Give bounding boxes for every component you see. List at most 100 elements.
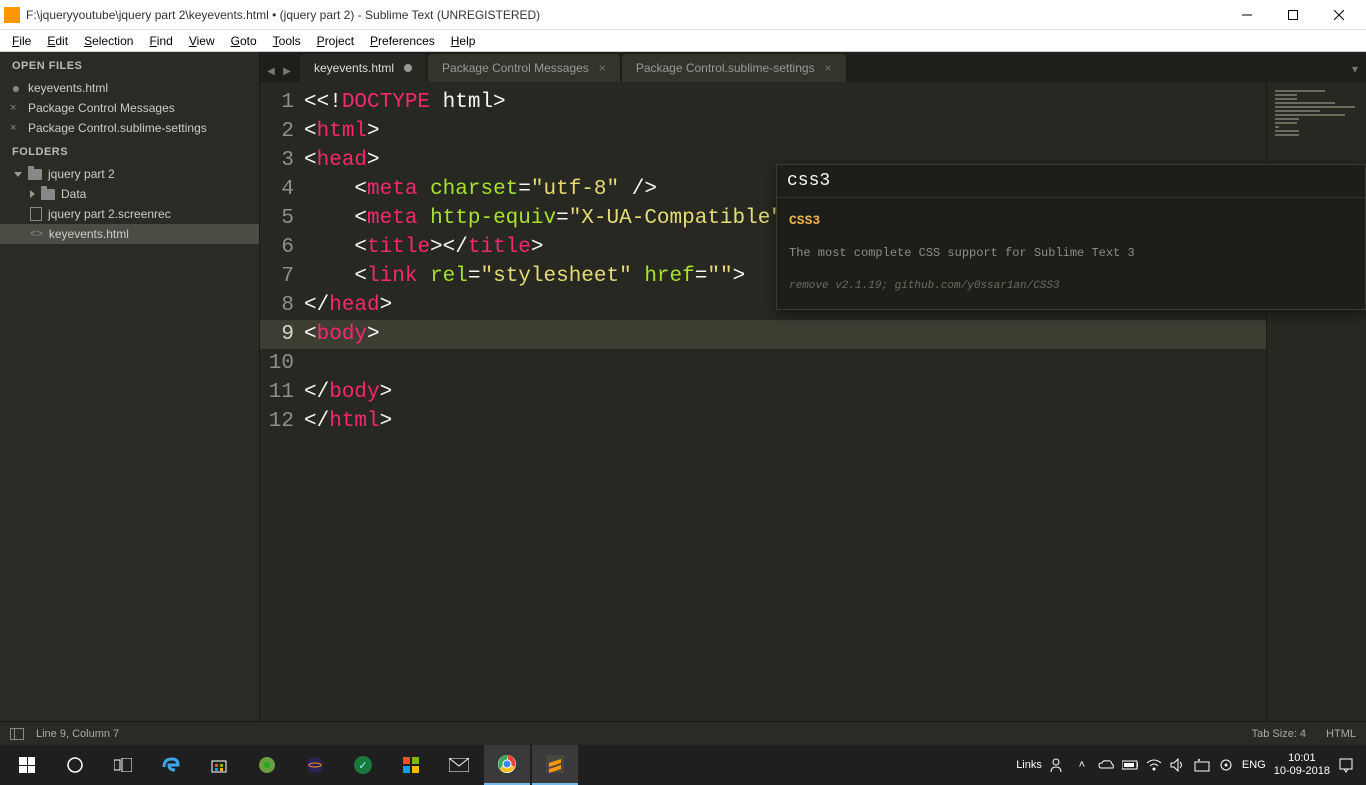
sidebar-item[interactable]: jquery part 2.screenrec xyxy=(0,204,259,224)
line-number: 3 xyxy=(260,146,294,175)
taskbar-mail[interactable] xyxy=(436,745,482,785)
chevron-down-icon xyxy=(14,172,22,177)
tray-up-icon[interactable]: ˄ xyxy=(1074,757,1090,773)
taskbar-eclipse[interactable] xyxy=(292,745,338,785)
close-button[interactable] xyxy=(1316,0,1362,30)
syntax-mode[interactable]: HTML xyxy=(1326,728,1356,740)
command-palette: CSS3 The most complete CSS support for S… xyxy=(776,164,1366,310)
tab[interactable]: Package Control Messages × xyxy=(428,54,620,82)
taskbar-edge[interactable] xyxy=(148,745,194,785)
editor[interactable]: 123456789101112 <<!DOCTYPE html><html><h… xyxy=(260,82,1366,721)
folder-icon xyxy=(28,169,42,180)
tab[interactable]: keyevents.html xyxy=(300,54,426,82)
tab-label: keyevents.html xyxy=(314,61,394,75)
tab-label: Package Control.sublime-settings xyxy=(636,61,815,75)
code-file-icon: <> xyxy=(30,228,43,240)
line-number: 5 xyxy=(260,204,294,233)
code-line[interactable] xyxy=(304,349,1266,378)
location-icon[interactable] xyxy=(1218,757,1234,773)
close-icon[interactable]: × xyxy=(599,61,606,75)
menu-selection[interactable]: Selection xyxy=(76,32,141,50)
taskbar-chrome[interactable] xyxy=(484,745,530,785)
code-line[interactable]: </body> xyxy=(304,378,1266,407)
taskbar-store[interactable] xyxy=(196,745,242,785)
input-indicator-icon[interactable] xyxy=(1194,757,1210,773)
result-title: CSS3 xyxy=(789,206,1353,235)
open-file-item[interactable]: ●keyevents.html xyxy=(0,78,259,98)
close-icon[interactable]: × xyxy=(825,61,832,75)
menu-preferences[interactable]: Preferences xyxy=(362,32,443,50)
dirty-indicator-icon: ● xyxy=(10,84,22,92)
tab-scroll-right[interactable]: ▶ xyxy=(280,64,294,78)
wifi-icon[interactable] xyxy=(1146,757,1162,773)
line-number: 4 xyxy=(260,175,294,204)
open-file-item[interactable]: ×Package Control Messages xyxy=(0,98,259,118)
folder-root[interactable]: jquery part 2 xyxy=(0,164,259,184)
result-description: The most complete CSS support for Sublim… xyxy=(789,239,1353,268)
command-palette-input[interactable] xyxy=(777,165,1365,197)
cursor-position[interactable]: Line 9, Column 7 xyxy=(36,728,119,740)
panel-switcher-icon[interactable] xyxy=(10,728,24,740)
chevron-right-icon xyxy=(30,190,35,198)
tab-scroll-left[interactable]: ◀ xyxy=(264,64,278,78)
line-number: 12 xyxy=(260,407,294,436)
sidebar-item-label: jquery part 2.screenrec xyxy=(48,207,171,221)
code-line[interactable]: <<!DOCTYPE html> xyxy=(304,88,1266,117)
menu-file[interactable]: File xyxy=(4,32,39,50)
tab[interactable]: Package Control.sublime-settings × xyxy=(622,54,846,82)
taskbar-sublime[interactable] xyxy=(532,745,578,785)
tab-menu-button[interactable]: ▾ xyxy=(1352,62,1358,76)
tab-size[interactable]: Tab Size: 4 xyxy=(1252,728,1306,740)
start-button[interactable] xyxy=(4,745,50,785)
onedrive-icon[interactable] xyxy=(1098,757,1114,773)
taskbar-app-2[interactable]: ✓ xyxy=(340,745,386,785)
line-number: 10 xyxy=(260,349,294,378)
dirty-indicator-icon xyxy=(404,64,412,72)
menu-find[interactable]: Find xyxy=(141,32,180,50)
taskbar-links[interactable]: Links xyxy=(1016,759,1042,771)
minimize-button[interactable] xyxy=(1224,0,1270,30)
volume-icon[interactable] xyxy=(1170,757,1186,773)
editor-area: ◀ ▶ keyevents.html Package Control Messag… xyxy=(260,52,1366,721)
line-number: 6 xyxy=(260,233,294,262)
maximize-button[interactable] xyxy=(1270,0,1316,30)
people-icon[interactable] xyxy=(1050,757,1066,773)
folders-header: FOLDERS xyxy=(0,138,259,164)
menu-help[interactable]: Help xyxy=(443,32,484,50)
open-file-item[interactable]: ×Package Control.sublime-settings xyxy=(0,118,259,138)
code-line[interactable]: <html> xyxy=(304,117,1266,146)
menu-tools[interactable]: Tools xyxy=(265,32,309,50)
clock-date: 10-09-2018 xyxy=(1274,765,1330,778)
menu-view[interactable]: View xyxy=(181,32,223,50)
open-files-header: OPEN FILES xyxy=(0,52,259,78)
close-icon[interactable]: × xyxy=(10,102,22,114)
sidebar-item-label: keyevents.html xyxy=(49,227,129,241)
menu-edit[interactable]: Edit xyxy=(39,32,76,50)
menu-goto[interactable]: Goto xyxy=(223,32,265,50)
task-view-button[interactable] xyxy=(100,745,146,785)
notifications-icon[interactable] xyxy=(1338,757,1354,773)
taskbar-app-3[interactable] xyxy=(388,745,434,785)
gutter: 123456789101112 xyxy=(260,82,304,721)
command-palette-result[interactable]: CSS3 The most complete CSS support for S… xyxy=(777,197,1365,309)
window-title: F:\jqueryyoutube\jquery part 2\keyevents… xyxy=(26,8,1224,22)
taskbar-clock[interactable]: 10:01 10-09-2018 xyxy=(1274,752,1330,778)
language-indicator[interactable]: ENG xyxy=(1242,759,1266,771)
battery-icon[interactable] xyxy=(1122,757,1138,773)
svg-text:✓: ✓ xyxy=(358,760,367,772)
tabbar: ◀ ▶ keyevents.html Package Control Messag… xyxy=(260,52,1366,82)
sidebar-item[interactable]: <> keyevents.html xyxy=(0,224,259,244)
cortana-button[interactable] xyxy=(52,745,98,785)
code-line[interactable]: </html> xyxy=(304,407,1266,436)
line-number: 11 xyxy=(260,378,294,407)
line-number: 7 xyxy=(260,262,294,291)
tab-label: Package Control Messages xyxy=(442,61,589,75)
taskbar-app-1[interactable] xyxy=(244,745,290,785)
code-line[interactable]: <body> xyxy=(304,320,1266,349)
line-number: 9 xyxy=(260,320,304,349)
sidebar-item[interactable]: Data xyxy=(0,184,259,204)
close-icon[interactable]: × xyxy=(10,122,22,134)
result-meta: remove v2.1.19; github.com/y0ssar1an/CSS… xyxy=(789,272,1353,301)
sidebar-item-label: Data xyxy=(61,187,86,201)
menu-project[interactable]: Project xyxy=(309,32,362,50)
